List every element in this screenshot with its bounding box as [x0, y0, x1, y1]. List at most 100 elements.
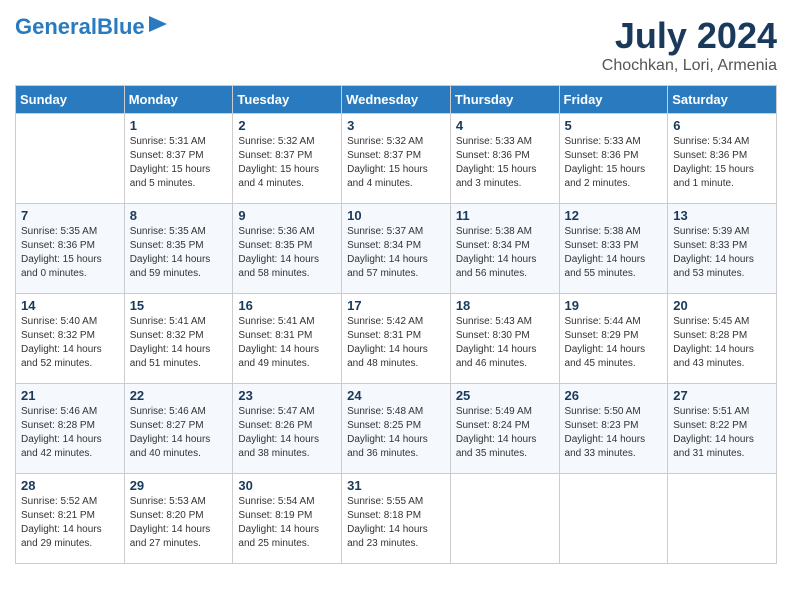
day-content: Sunrise: 5:48 AM Sunset: 8:25 PM Dayligh…	[347, 405, 445, 461]
calendar-cell: 1 Sunrise: 5:31 AM Sunset: 8:37 PM Daylig…	[124, 114, 233, 204]
day-content: Sunrise: 5:34 AM Sunset: 8:36 PM Dayligh…	[673, 135, 771, 191]
day-number: 1	[130, 118, 228, 133]
calendar-cell: 26 Sunrise: 5:50 AM Sunset: 8:23 PM Dayli…	[559, 384, 668, 474]
day-content: Sunrise: 5:41 AM Sunset: 8:31 PM Dayligh…	[238, 315, 336, 371]
day-content: Sunrise: 5:54 AM Sunset: 8:19 PM Dayligh…	[238, 495, 336, 551]
calendar-cell: 17 Sunrise: 5:42 AM Sunset: 8:31 PM Dayli…	[342, 294, 451, 384]
day-content: Sunrise: 5:44 AM Sunset: 8:29 PM Dayligh…	[565, 315, 663, 371]
calendar-cell: 29 Sunrise: 5:53 AM Sunset: 8:20 PM Dayli…	[124, 474, 233, 564]
day-number: 9	[238, 208, 336, 223]
logo: GeneralBlue	[15, 15, 167, 39]
calendar-cell: 4Sunrise: 5:33 AM Sunset: 8:36 PM Daylig…	[450, 114, 559, 204]
week-row-2: 7Sunrise: 5:35 AM Sunset: 8:36 PM Daylig…	[16, 204, 777, 294]
location-subtitle: Chochkan, Lori, Armenia	[602, 57, 777, 75]
day-number: 30	[238, 478, 336, 493]
day-number: 29	[130, 478, 228, 493]
logo-arrow-icon	[149, 16, 167, 32]
day-number: 15	[130, 298, 228, 313]
day-content: Sunrise: 5:51 AM Sunset: 8:22 PM Dayligh…	[673, 405, 771, 461]
day-number: 23	[238, 388, 336, 403]
day-number: 2	[238, 118, 336, 133]
day-content: Sunrise: 5:35 AM Sunset: 8:35 PM Dayligh…	[130, 225, 228, 281]
calendar-cell: 14Sunrise: 5:40 AM Sunset: 8:32 PM Dayli…	[16, 294, 125, 384]
day-content: Sunrise: 5:49 AM Sunset: 8:24 PM Dayligh…	[456, 405, 554, 461]
day-number: 3	[347, 118, 445, 133]
calendar-cell: 24 Sunrise: 5:48 AM Sunset: 8:25 PM Dayli…	[342, 384, 451, 474]
calendar-cell	[16, 114, 125, 204]
logo-text: GeneralBlue	[15, 15, 145, 39]
day-number: 22	[130, 388, 228, 403]
day-content: Sunrise: 5:38 AM Sunset: 8:34 PM Dayligh…	[456, 225, 554, 281]
page-header: GeneralBlue July 2024 Chochkan, Lori, Ar…	[15, 15, 777, 75]
day-number: 26	[565, 388, 663, 403]
calendar-cell: 8 Sunrise: 5:35 AM Sunset: 8:35 PM Daylig…	[124, 204, 233, 294]
day-number: 8	[130, 208, 228, 223]
day-content: Sunrise: 5:43 AM Sunset: 8:30 PM Dayligh…	[456, 315, 554, 371]
day-content: Sunrise: 5:39 AM Sunset: 8:33 PM Dayligh…	[673, 225, 771, 281]
col-header-sunday: Sunday	[16, 86, 125, 114]
day-number: 11	[456, 208, 554, 223]
day-content: Sunrise: 5:46 AM Sunset: 8:27 PM Dayligh…	[130, 405, 228, 461]
logo-general: General	[15, 14, 97, 39]
day-content: Sunrise: 5:41 AM Sunset: 8:32 PM Dayligh…	[130, 315, 228, 371]
calendar-cell: 11 Sunrise: 5:38 AM Sunset: 8:34 PM Dayli…	[450, 204, 559, 294]
calendar-cell: 10Sunrise: 5:37 AM Sunset: 8:34 PM Dayli…	[342, 204, 451, 294]
day-number: 24	[347, 388, 445, 403]
day-number: 16	[238, 298, 336, 313]
calendar-cell: 18Sunrise: 5:43 AM Sunset: 8:30 PM Dayli…	[450, 294, 559, 384]
col-header-friday: Friday	[559, 86, 668, 114]
calendar-cell: 31Sunrise: 5:55 AM Sunset: 8:18 PM Dayli…	[342, 474, 451, 564]
calendar-cell: 22 Sunrise: 5:46 AM Sunset: 8:27 PM Dayli…	[124, 384, 233, 474]
calendar-cell: 13 Sunrise: 5:39 AM Sunset: 8:33 PM Dayli…	[668, 204, 777, 294]
col-header-wednesday: Wednesday	[342, 86, 451, 114]
calendar-cell: 15 Sunrise: 5:41 AM Sunset: 8:32 PM Dayli…	[124, 294, 233, 384]
day-number: 5	[565, 118, 663, 133]
week-row-4: 21Sunrise: 5:46 AM Sunset: 8:28 PM Dayli…	[16, 384, 777, 474]
col-header-thursday: Thursday	[450, 86, 559, 114]
header-row: SundayMondayTuesdayWednesdayThursdayFrid…	[16, 86, 777, 114]
calendar-cell: 21Sunrise: 5:46 AM Sunset: 8:28 PM Dayli…	[16, 384, 125, 474]
day-number: 20	[673, 298, 771, 313]
week-row-1: 1 Sunrise: 5:31 AM Sunset: 8:37 PM Daylig…	[16, 114, 777, 204]
calendar-cell: 19 Sunrise: 5:44 AM Sunset: 8:29 PM Dayli…	[559, 294, 668, 384]
day-content: Sunrise: 5:33 AM Sunset: 8:36 PM Dayligh…	[456, 135, 554, 191]
day-content: Sunrise: 5:52 AM Sunset: 8:21 PM Dayligh…	[21, 495, 119, 551]
day-number: 17	[347, 298, 445, 313]
week-row-3: 14Sunrise: 5:40 AM Sunset: 8:32 PM Dayli…	[16, 294, 777, 384]
calendar-cell: 30 Sunrise: 5:54 AM Sunset: 8:19 PM Dayli…	[233, 474, 342, 564]
calendar-cell: 9 Sunrise: 5:36 AM Sunset: 8:35 PM Daylig…	[233, 204, 342, 294]
week-row-5: 28 Sunrise: 5:52 AM Sunset: 8:21 PM Dayli…	[16, 474, 777, 564]
calendar-table: SundayMondayTuesdayWednesdayThursdayFrid…	[15, 85, 777, 564]
day-number: 21	[21, 388, 119, 403]
calendar-cell: 16 Sunrise: 5:41 AM Sunset: 8:31 PM Dayli…	[233, 294, 342, 384]
day-content: Sunrise: 5:31 AM Sunset: 8:37 PM Dayligh…	[130, 135, 228, 191]
calendar-cell: 5Sunrise: 5:33 AM Sunset: 8:36 PM Daylig…	[559, 114, 668, 204]
day-content: Sunrise: 5:50 AM Sunset: 8:23 PM Dayligh…	[565, 405, 663, 461]
month-title: July 2024	[602, 15, 777, 57]
calendar-cell: 2 Sunrise: 5:32 AM Sunset: 8:37 PM Daylig…	[233, 114, 342, 204]
calendar-cell: 7Sunrise: 5:35 AM Sunset: 8:36 PM Daylig…	[16, 204, 125, 294]
day-number: 10	[347, 208, 445, 223]
day-content: Sunrise: 5:42 AM Sunset: 8:31 PM Dayligh…	[347, 315, 445, 371]
day-content: Sunrise: 5:36 AM Sunset: 8:35 PM Dayligh…	[238, 225, 336, 281]
day-content: Sunrise: 5:32 AM Sunset: 8:37 PM Dayligh…	[238, 135, 336, 191]
day-content: Sunrise: 5:47 AM Sunset: 8:26 PM Dayligh…	[238, 405, 336, 461]
day-content: Sunrise: 5:38 AM Sunset: 8:33 PM Dayligh…	[565, 225, 663, 281]
day-number: 12	[565, 208, 663, 223]
calendar-cell	[668, 474, 777, 564]
col-header-monday: Monday	[124, 86, 233, 114]
calendar-cell: 3Sunrise: 5:32 AM Sunset: 8:37 PM Daylig…	[342, 114, 451, 204]
day-number: 28	[21, 478, 119, 493]
day-number: 13	[673, 208, 771, 223]
calendar-cell: 25Sunrise: 5:49 AM Sunset: 8:24 PM Dayli…	[450, 384, 559, 474]
calendar-cell	[450, 474, 559, 564]
day-number: 27	[673, 388, 771, 403]
calendar-cell: 28 Sunrise: 5:52 AM Sunset: 8:21 PM Dayli…	[16, 474, 125, 564]
calendar-cell: 12 Sunrise: 5:38 AM Sunset: 8:33 PM Dayli…	[559, 204, 668, 294]
calendar-cell: 23 Sunrise: 5:47 AM Sunset: 8:26 PM Dayli…	[233, 384, 342, 474]
calendar-cell: 6Sunrise: 5:34 AM Sunset: 8:36 PM Daylig…	[668, 114, 777, 204]
day-content: Sunrise: 5:53 AM Sunset: 8:20 PM Dayligh…	[130, 495, 228, 551]
day-content: Sunrise: 5:35 AM Sunset: 8:36 PM Dayligh…	[21, 225, 119, 281]
day-number: 19	[565, 298, 663, 313]
day-content: Sunrise: 5:55 AM Sunset: 8:18 PM Dayligh…	[347, 495, 445, 551]
